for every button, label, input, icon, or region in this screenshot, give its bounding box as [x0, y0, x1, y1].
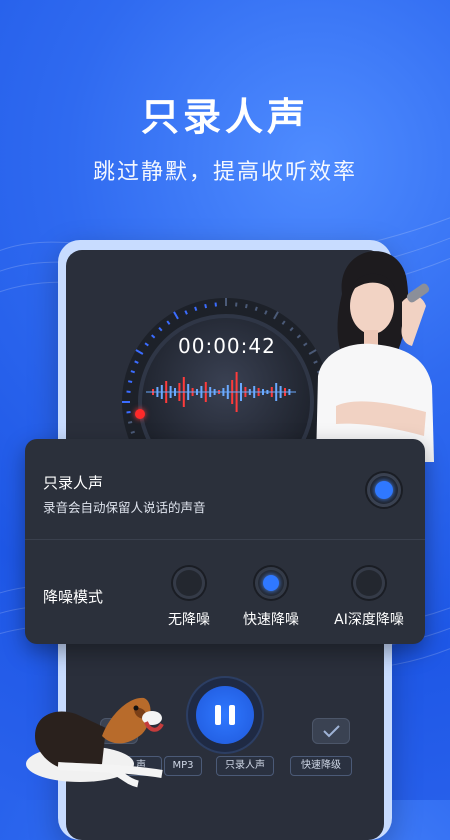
- card-divider: [25, 539, 425, 540]
- radio-selected-indicator: [263, 575, 279, 591]
- check-icon: [312, 718, 350, 744]
- hero-subtitle: 跳过静默，提高收听效率: [0, 154, 450, 186]
- recording-timer: 00:00:42: [178, 334, 276, 358]
- radio-fast-denoise[interactable]: [255, 567, 287, 599]
- radio-label-fast-denoise: 快速降噪: [221, 609, 321, 629]
- dog-illustration: [18, 678, 168, 790]
- chip-voice-only[interactable]: 只录人声: [216, 756, 274, 776]
- chip-fast-downgrade[interactable]: 快速降级: [290, 756, 352, 776]
- waveform-icon: [146, 362, 296, 422]
- voice-only-title: 只录人声: [43, 472, 103, 493]
- radio-no-denoise[interactable]: [173, 567, 205, 599]
- voice-only-toggle[interactable]: [367, 473, 401, 507]
- settings-card: 只录人声 录音会自动保留人说话的声音 降噪模式 无降噪 快速降噪 AI深度降噪: [25, 439, 425, 644]
- radio-label-ai-denoise: AI深度降噪: [319, 609, 419, 629]
- record-dot-icon: [135, 409, 145, 419]
- pause-button[interactable]: [196, 686, 254, 744]
- toggle-on-indicator: [375, 481, 393, 499]
- confirm-button[interactable]: [312, 718, 350, 744]
- radio-ai-denoise[interactable]: [353, 567, 385, 599]
- chip-mp3[interactable]: MP3: [164, 756, 202, 776]
- woman-on-phone-illustration: [306, 236, 440, 462]
- hero-title: 只录人声: [0, 86, 450, 141]
- pause-icon: [215, 705, 221, 725]
- voice-only-description: 录音会自动保留人说话的声音: [43, 497, 206, 516]
- noise-mode-label: 降噪模式: [43, 586, 103, 607]
